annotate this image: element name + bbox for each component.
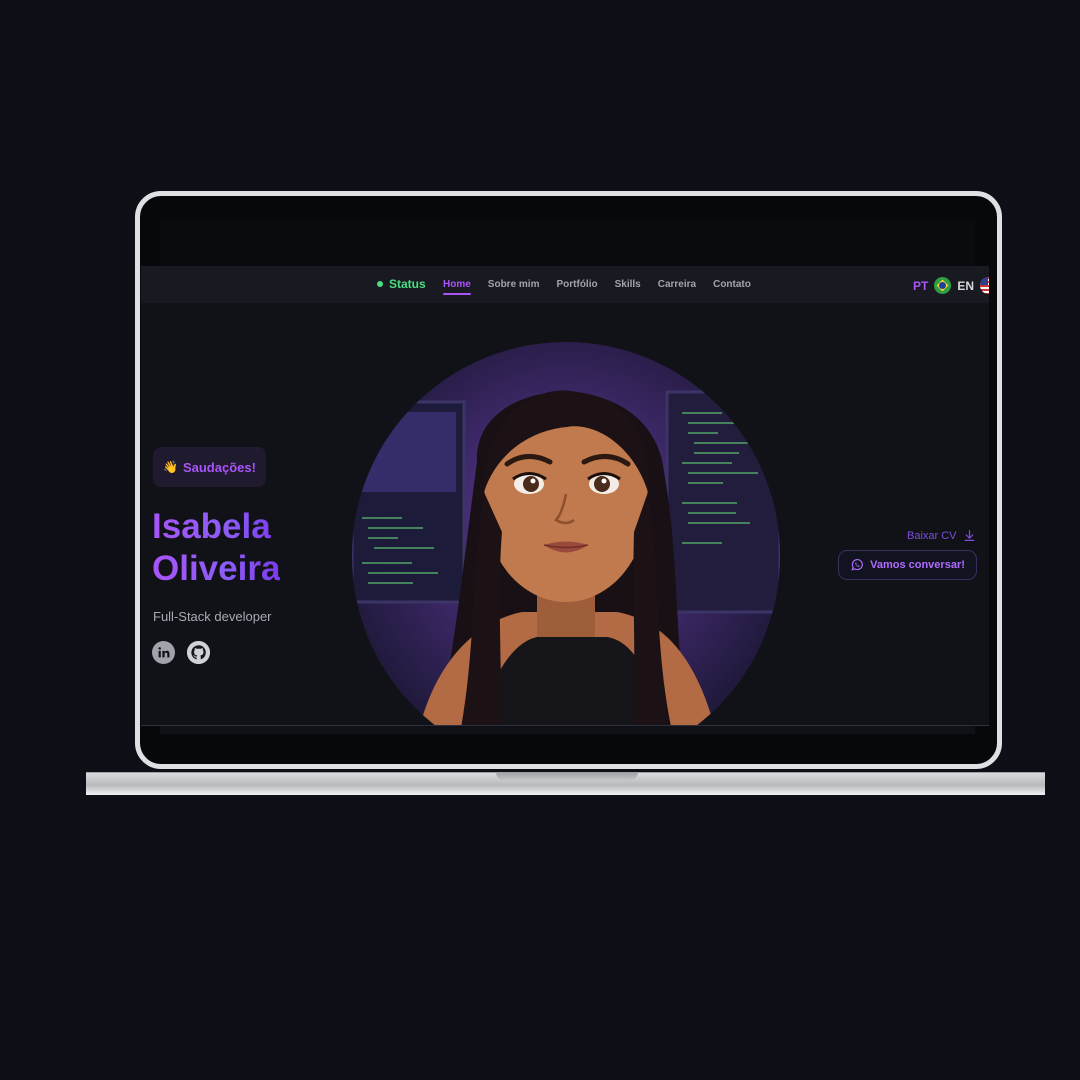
nav-link-sobre-mim[interactable]: Sobre mim xyxy=(488,279,540,290)
nav-link-home[interactable]: Home xyxy=(443,279,471,295)
status-dot-icon xyxy=(377,281,383,287)
download-cv-link[interactable]: Baixar CV xyxy=(907,529,976,542)
name-first: Isabela xyxy=(152,507,271,546)
github-icon[interactable] xyxy=(187,641,210,664)
status-indicator[interactable]: Status xyxy=(377,277,426,291)
nav-link-portfolio[interactable]: Portfólio xyxy=(556,279,597,290)
developer-name: Isabela Oliveira xyxy=(152,506,280,590)
nav-links: Home Sobre mim Portfólio Skills Carreira… xyxy=(443,279,768,295)
nav-link-skills[interactable]: Skills xyxy=(615,279,641,290)
lang-en-button[interactable]: EN xyxy=(957,279,974,293)
nav-link-contato[interactable]: Contato xyxy=(713,279,751,290)
social-links xyxy=(152,641,210,664)
nav-link-carreira[interactable]: Carreira xyxy=(658,279,696,290)
download-icon xyxy=(964,530,974,541)
navbar: Status Home Sobre mim Portfólio Skills C… xyxy=(141,266,989,303)
download-cv-label: Baixar CV xyxy=(907,529,957,542)
screen-top-bar xyxy=(160,221,975,267)
status-label: Status xyxy=(389,277,426,291)
page-divider xyxy=(141,725,989,726)
whatsapp-icon xyxy=(851,559,863,571)
language-switcher: PT EN xyxy=(913,277,989,294)
lang-pt-button[interactable]: PT xyxy=(913,279,928,293)
laptop-notch xyxy=(496,772,638,781)
waving-hand-icon: 👋 xyxy=(163,460,178,474)
name-last: Oliveira xyxy=(152,549,281,588)
hero-portrait xyxy=(352,342,780,726)
brazil-flag-icon[interactable] xyxy=(934,277,952,294)
us-flag-icon[interactable] xyxy=(980,277,989,294)
linkedin-icon[interactable] xyxy=(152,641,175,664)
lets-talk-button[interactable]: Vamos conversar! xyxy=(838,550,977,580)
lets-talk-label: Vamos conversar! xyxy=(870,559,965,571)
portfolio-website: Status Home Sobre mim Portfólio Skills C… xyxy=(141,266,989,726)
greeting-badge: 👋 Saudações! xyxy=(153,447,266,487)
role-subtitle: Full-Stack developer xyxy=(153,609,272,624)
greeting-text: Saudações! xyxy=(182,459,256,475)
